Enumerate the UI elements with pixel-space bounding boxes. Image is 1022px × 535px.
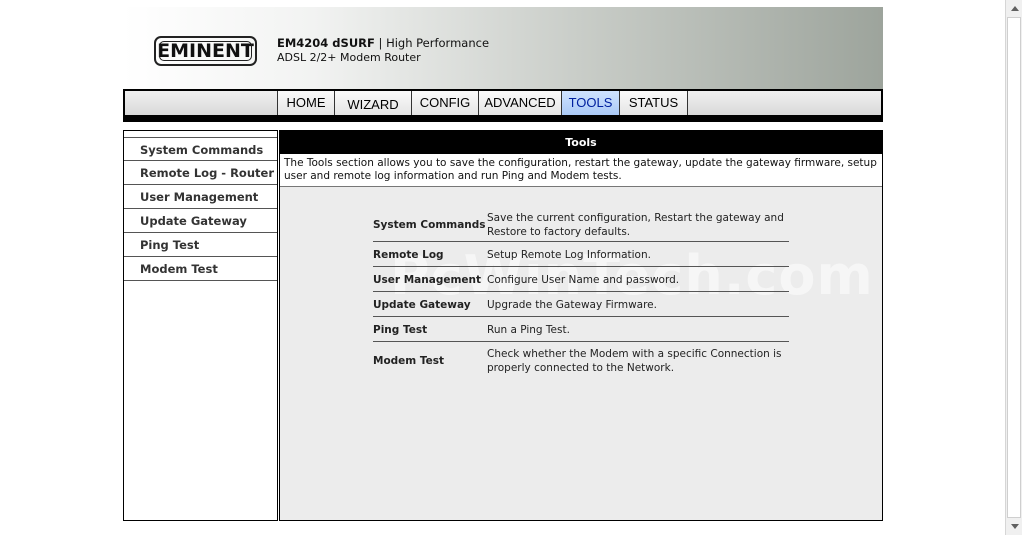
header-banner: EMINENT EM4204 dSURF | High Performance …: [123, 7, 883, 89]
sidebar-item-user-management[interactable]: User Management: [124, 185, 277, 209]
tool-description: Configure User Name and password.: [487, 274, 680, 286]
product-subtitle: ADSL 2/2+ Modem Router: [277, 51, 421, 64]
content-panel: Tools The Tools section allows you to sa…: [279, 130, 883, 521]
scroll-down-button[interactable]: [1006, 518, 1022, 535]
tool-name: Update Gateway: [373, 299, 471, 311]
product-title: EM4204 dSURF | High Performance: [277, 36, 489, 50]
tab-config[interactable]: CONFIG: [411, 91, 478, 116]
sidebar-menu: System Commands Remote Log - Router User…: [123, 130, 278, 521]
tab-status[interactable]: STATUS: [619, 91, 687, 116]
router-page: EMINENT EM4204 dSURF | High Performance …: [123, 7, 883, 521]
main-nav: HOME WIZARD CONFIG ADVANCED TOOLS STATUS: [123, 89, 883, 118]
tool-description: Check whether the Modem with a specific …: [487, 348, 782, 374]
scroll-thumb[interactable]: [1007, 17, 1021, 518]
tab-home[interactable]: HOME: [277, 91, 334, 116]
page-description: The Tools section allows you to save the…: [280, 154, 882, 187]
page-title: Tools: [280, 131, 882, 154]
table-row: System Commands Save the current configu…: [373, 209, 789, 242]
nav-divider: [123, 115, 883, 122]
table-row: Remote Log Setup Remote Log Information.: [373, 242, 789, 267]
nav-filler: [687, 91, 882, 116]
model-name: EM4204 dSURF: [277, 36, 375, 50]
chevron-up-icon: [1011, 6, 1019, 11]
product-tagline: High Performance: [386, 36, 490, 50]
tab-wizard[interactable]: WIZARD: [334, 91, 411, 116]
tab-advanced[interactable]: ADVANCED: [478, 91, 561, 116]
tool-description: Save the current configuration, Restart …: [487, 212, 784, 238]
tool-name: Modem Test: [373, 355, 445, 367]
tools-table: System Commands Save the current configu…: [373, 209, 789, 376]
vertical-scrollbar[interactable]: [1005, 0, 1022, 535]
tool-name: User Management: [373, 274, 482, 286]
table-row: Update Gateway Upgrade the Gateway Firmw…: [373, 292, 789, 317]
sidebar-item-modem-test[interactable]: Modem Test: [124, 257, 277, 281]
table-row: Modem Test Check whether the Modem with …: [373, 342, 789, 376]
table-row: User Management Configure User Name and …: [373, 267, 789, 292]
sidebar-item-system-commands[interactable]: System Commands: [124, 137, 277, 161]
tool-description: Run a Ping Test.: [487, 324, 570, 336]
tab-tools[interactable]: TOOLS: [561, 91, 619, 116]
eminent-logo: EMINENT: [154, 36, 257, 66]
sidebar-item-ping-test[interactable]: Ping Test: [124, 233, 277, 257]
tool-name: Ping Test: [373, 324, 428, 336]
tool-name: Remote Log: [373, 249, 444, 261]
sidebar-item-update-gateway[interactable]: Update Gateway: [124, 209, 277, 233]
scroll-up-button[interactable]: [1006, 0, 1022, 17]
tool-description: Setup Remote Log Information.: [487, 249, 651, 261]
title-separator: |: [378, 36, 383, 50]
tool-description: Upgrade the Gateway Firmware.: [487, 299, 657, 311]
tool-name: System Commands: [373, 219, 486, 231]
sidebar-item-remote-log[interactable]: Remote Log - Router: [124, 161, 277, 185]
table-row: Ping Test Run a Ping Test.: [373, 317, 789, 342]
chevron-down-icon: [1011, 524, 1019, 529]
